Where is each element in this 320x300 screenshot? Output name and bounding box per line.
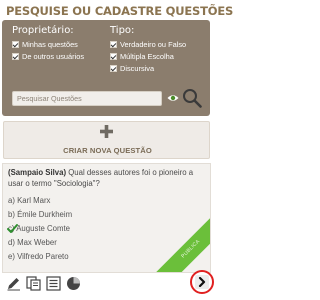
alternative-item: a) Karl Marx <box>8 196 51 205</box>
filter-option-label: Múltipla Escolha <box>120 51 174 61</box>
checkbox[interactable] <box>12 40 19 48</box>
type-filter-title: Tipo: <box>110 25 135 36</box>
copy-icon[interactable] <box>26 275 41 291</box>
list-icon[interactable] <box>46 275 61 291</box>
question-card[interactable]: (Sampaio Silva) Qual desses autores foi … <box>2 163 211 273</box>
question-source: (Sampaio Silva) <box>8 168 67 177</box>
checkbox[interactable] <box>110 40 117 48</box>
alternative-item-correct: c) Auguste Comte <box>7 222 158 236</box>
filter-option-others[interactable]: De outros usuários <box>12 50 84 62</box>
alternatives-list: a) Karl Marx b) Émile Durkheim c) August… <box>7 194 158 264</box>
filter-panel: Proprietário: Minhas questões De outros … <box>2 20 210 116</box>
plus-icon <box>100 125 113 138</box>
filter-option-multiple-choice[interactable]: Múltipla Escolha <box>110 50 186 62</box>
nav-highlight <box>190 270 214 294</box>
page-title: PESQUISE OU CADASTRE QUESTÕES <box>6 4 234 18</box>
owner-filter-title: Proprietário: <box>12 25 74 36</box>
filter-option-label: Minhas questões <box>22 39 78 49</box>
question-statement: (Sampaio Silva) Qual desses autores foi … <box>8 167 208 189</box>
filter-option-label: Discursiva <box>120 63 155 73</box>
filter-option-label: De outros usuários <box>22 51 85 61</box>
question-toolbar <box>6 274 81 292</box>
alternative-item: d) Max Weber <box>8 238 57 247</box>
edit-icon[interactable] <box>6 276 21 291</box>
checkbox[interactable] <box>110 64 117 72</box>
filter-option-essay[interactable]: Discursiva <box>110 62 186 74</box>
search-icon[interactable] <box>182 88 202 108</box>
check-icon <box>7 224 18 233</box>
filter-option-label: Verdadeiro ou Falso <box>120 39 187 49</box>
alternative-item: e) Vilfredo Pareto <box>8 252 69 261</box>
search-input[interactable]: Pesquisar Questões <box>12 91 162 106</box>
checkbox[interactable] <box>110 52 117 60</box>
create-question-label: CRIAR NOVA QUESTÃO <box>63 146 152 155</box>
checkbox[interactable] <box>12 52 19 60</box>
next-button[interactable] <box>195 275 209 289</box>
filter-option-mine[interactable]: Minhas questões <box>12 38 84 50</box>
type-filter: Tipo: Verdadeiro ou Falso Múltipla Escol… <box>110 24 186 74</box>
eye-icon[interactable] <box>167 93 179 103</box>
chevron-right-icon <box>198 277 206 287</box>
create-question-button[interactable]: CRIAR NOVA QUESTÃO <box>3 121 210 159</box>
stats-icon[interactable] <box>66 276 81 291</box>
filter-option-true-false[interactable]: Verdadeiro ou Falso <box>110 38 186 50</box>
owner-filter: Proprietário: Minhas questões De outros … <box>12 24 84 62</box>
alternative-item: b) Émile Durkheim <box>8 210 73 219</box>
